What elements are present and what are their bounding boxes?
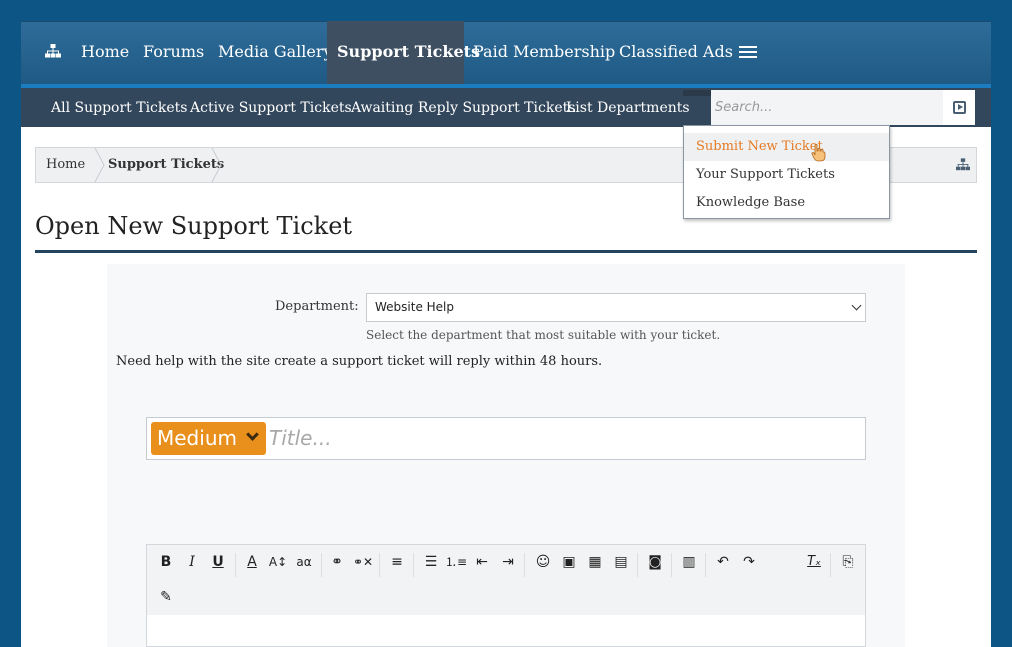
nav-support-tickets[interactable]: Support Tickets [327,21,480,85]
page-title: Open New Support Ticket [35,212,353,240]
title-input[interactable]: Title... [269,426,332,450]
align-icon[interactable]: ≡ [385,550,409,574]
nav-media-gallery[interactable]: Media Gallery [218,22,333,85]
department-value: Website Help [375,300,455,314]
search-button[interactable] [943,90,975,125]
chevron-right-icon [94,148,105,182]
nav-forums[interactable]: Forums [143,22,204,85]
page-frame: Home Forums Media Gallery Support Ticket… [21,21,991,647]
image-icon[interactable]: ▣ [557,550,581,574]
smilie-icon[interactable]: ☺ [531,550,555,574]
department-hint: Select the department that most suitable… [366,328,721,342]
media-icon[interactable]: ▦ [583,550,607,574]
italic-icon[interactable]: I [180,550,204,574]
priority-select[interactable]: Medium [151,422,266,455]
menu-item-your-support-tickets[interactable]: Your Support Tickets [684,161,889,189]
ticket-form: Department: Website Help Select the depa… [107,264,905,647]
outdent-icon[interactable]: ⇤ [470,550,494,574]
numbered-list-icon[interactable]: ⒈≡ [444,550,468,574]
text-color-icon[interactable]: A [240,550,264,574]
sitemap-icon[interactable] [45,44,61,58]
nav-paid-membership[interactable]: Paid Membership [473,22,615,85]
priority-value: Medium [157,426,237,450]
subnav-awaiting-reply[interactable]: Awaiting Reply Support Tickets [351,88,575,127]
breadcrumb-support-tickets[interactable]: Support Tickets [108,148,224,182]
title-row: Medium Title... [146,417,866,460]
unlink-icon[interactable]: ⚭✕ [351,550,375,574]
font-family-icon[interactable]: aα [292,550,316,574]
editor-toolbar: B I U A A↕ aα ⚭ ⚭✕ ≡ ☰ ⒈≡ ⇤ ⇥ ☺ ▣ ▦ ▤ ◙ … [147,545,865,615]
nav-home[interactable]: Home [81,22,129,85]
chevron-right-icon [211,148,222,182]
save-draft-icon[interactable]: ▥ [677,550,701,574]
breadcrumb-home[interactable]: Home [46,148,85,182]
subnav-all-support-tickets[interactable]: All Support Tickets [51,88,187,127]
subnav-active-support-tickets[interactable]: Active Support Tickets [190,88,352,127]
dropdown-tab[interactable] [683,90,711,96]
department-select[interactable]: Website Help [366,293,866,322]
menu-item-submit-new-ticket[interactable]: Submit New Ticket [684,133,889,161]
camera-icon[interactable]: ◙ [643,550,667,574]
support-tickets-dropdown: Submit New Ticket Your Support Tickets K… [683,125,890,219]
chevron-down-icon [851,300,862,311]
help-text: Need help with the site create a support… [116,354,603,369]
sitemap-icon[interactable] [956,158,970,171]
underline-icon[interactable]: U [206,550,230,574]
quote-icon[interactable]: ▤ [609,550,633,574]
sub-navigation: All Support Tickets Active Support Ticke… [21,88,991,127]
message-editor[interactable]: B I U A A↕ aα ⚭ ⚭✕ ≡ ☰ ⒈≡ ⇤ ⇥ ☺ ▣ ▦ ▤ ◙ … [146,544,866,647]
title-divider [35,250,977,253]
bbcode-icon[interactable]: ✎ [154,585,178,609]
preview-icon[interactable]: ⎘ [836,550,860,574]
hand-cursor-icon [811,144,826,162]
menu-item-knowledge-base[interactable]: Knowledge Base [684,189,889,217]
menu-icon[interactable] [739,46,757,60]
link-icon[interactable]: ⚭ [325,550,349,574]
remove-format-icon[interactable]: Tₓ [802,550,826,574]
department-label: Department: [275,299,359,314]
indent-icon[interactable]: ⇥ [496,550,520,574]
chevron-down-icon [246,428,259,441]
nav-classified-ads[interactable]: Classified Ads [619,22,733,85]
font-size-icon[interactable]: A↕ [266,550,290,574]
undo-icon[interactable]: ↶ [711,550,735,574]
top-navigation: Home Forums Media Gallery Support Ticket… [21,21,991,85]
redo-icon[interactable]: ↷ [737,550,761,574]
search-input[interactable]: Search... [711,90,943,125]
bold-icon[interactable]: B [154,550,178,574]
bullet-list-icon[interactable]: ☰ [419,550,443,574]
subnav-list-departments[interactable]: List Departments [566,88,690,127]
